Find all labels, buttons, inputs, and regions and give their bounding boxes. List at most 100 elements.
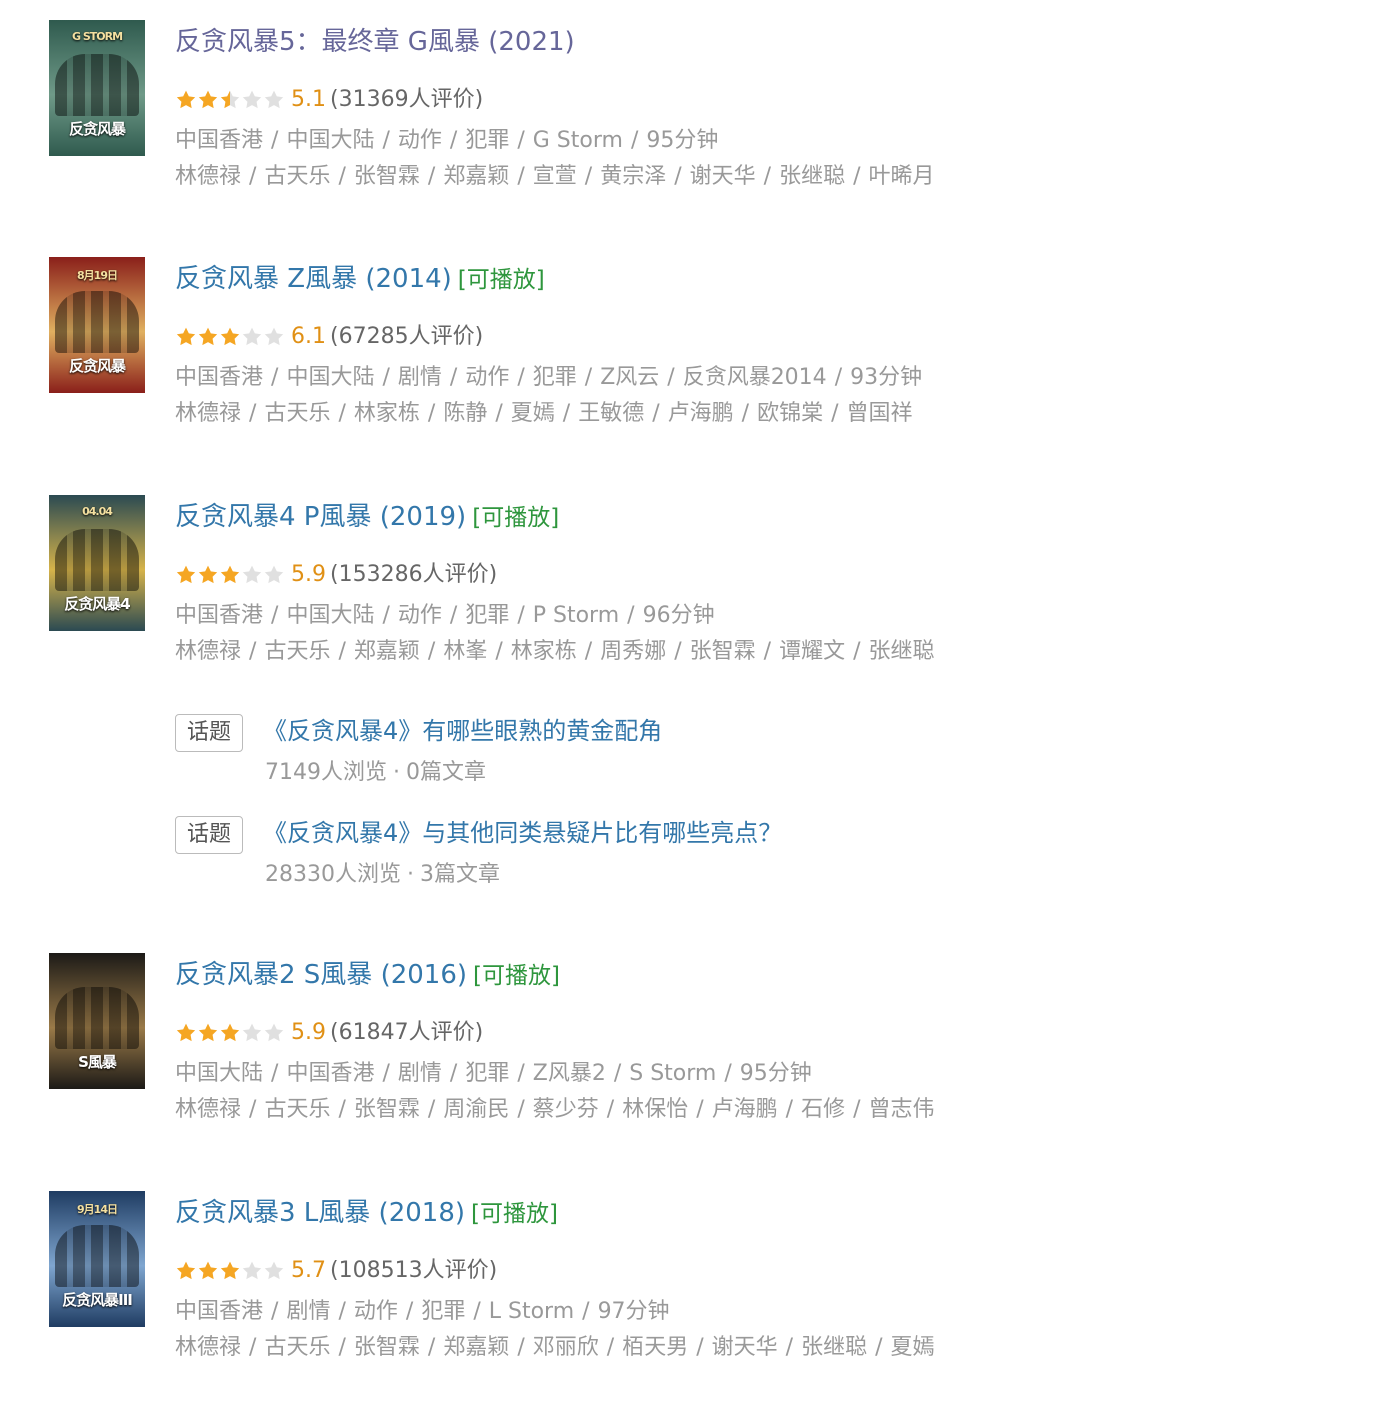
meta-item: 动作: [353, 1299, 398, 1324]
movie-poster[interactable]: 反贪风暴 8月19日: [49, 257, 145, 393]
movie-info: 中国香港 / 中国大陆 / 动作 / 犯罪 / P Storm / 96分钟: [175, 601, 715, 631]
poster-title: 反贪风暴: [68, 120, 126, 138]
topic-title-link[interactable]: 《反贪风暴4》有哪些眼熟的黄金配角: [263, 715, 662, 747]
meta-item: 中国大陆: [286, 603, 375, 628]
star-icon: [264, 1261, 284, 1280]
meta-item: 叶晞月: [868, 164, 935, 189]
movie-rating: 5.9 (61847人评价): [175, 1016, 483, 1050]
meta-item: 林德禄: [175, 1097, 242, 1122]
star-icon: [242, 327, 262, 346]
meta-item: 中国大陆: [175, 1061, 264, 1086]
separator: /: [271, 603, 279, 628]
separator: /: [667, 365, 675, 390]
meta-item: 犯罪: [465, 603, 510, 628]
meta-item: 郑嘉颖: [353, 639, 420, 664]
meta-item: 古天乐: [264, 1097, 331, 1122]
movie-title-link[interactable]: 反贪风暴 Z風暴 (2014) [可播放]: [175, 262, 545, 297]
star-rating-icon: [175, 1022, 285, 1044]
separator: /: [582, 1299, 590, 1324]
movie-title[interactable]: 反贪风暴5：最终章 G風暴 (2021): [175, 27, 575, 57]
movie-title-link[interactable]: 反贪风暴3 L風暴 (2018) [可播放]: [175, 1196, 558, 1231]
separator: /: [834, 365, 843, 390]
separator: /: [785, 1335, 794, 1360]
meta-item: 剧情: [397, 365, 442, 390]
separator: /: [785, 1097, 794, 1122]
playable-link[interactable]: [可播放]: [471, 1201, 558, 1227]
movie-title[interactable]: 反贪风暴 Z風暴 (2014): [175, 264, 452, 294]
movie-poster[interactable]: 反贪风暴III 9月14日: [49, 1191, 145, 1327]
topic-tag[interactable]: 话题: [175, 816, 243, 854]
topic-title-link[interactable]: 《反贪风暴4》与其他同类悬疑片比有哪些亮点？: [263, 817, 782, 849]
movie-info: 中国香港 / 中国大陆 / 剧情 / 动作 / 犯罪 / Z风云 / 反贪风暴2014 / 93分钟: [175, 363, 922, 393]
star-rating-icon: [175, 564, 285, 586]
topic-views: 28330人浏览: [265, 862, 401, 887]
separator: /: [338, 164, 346, 189]
rating-count: (67285人评价): [330, 324, 484, 349]
meta-item: 中国香港: [175, 1299, 264, 1324]
star-icon: [264, 327, 284, 346]
meta-item: 古天乐: [264, 639, 331, 664]
separator: /: [449, 365, 458, 390]
separator: /: [696, 1097, 704, 1122]
star-icon: [220, 1023, 240, 1042]
movie-title[interactable]: 反贪风暴4 P風暴 (2019): [175, 502, 466, 532]
meta-item: 宣萱: [532, 164, 577, 189]
separator: /: [449, 1061, 458, 1086]
separator: /: [249, 1335, 257, 1360]
movie-title-link[interactable]: 反贪风暴5：最终章 G風暴 (2021): [175, 25, 575, 59]
movie-title-link[interactable]: 反贪风暴2 S風暴 (2016) [可播放]: [175, 958, 560, 993]
movie-title[interactable]: 反贪风暴2 S風暴 (2016): [175, 960, 467, 990]
separator: /: [724, 1061, 732, 1086]
topic-stats: 28330人浏览 · 3篇文章: [265, 860, 500, 890]
separator: /: [741, 401, 750, 426]
star-icon: [242, 90, 262, 109]
star-icon: [242, 1023, 262, 1042]
separator: /: [271, 1061, 279, 1086]
star-icon: [176, 327, 196, 346]
separator: /: [473, 1299, 481, 1324]
rating-count: (153286人评价): [330, 562, 498, 587]
poster-subtitle: 8月19日: [77, 269, 118, 282]
separator: /: [449, 128, 458, 153]
playable-link[interactable]: [可播放]: [472, 505, 559, 531]
topic-tag[interactable]: 话题: [175, 714, 243, 752]
meta-item: 林家栋: [510, 639, 577, 664]
separator: /: [249, 164, 257, 189]
meta-item: 96分钟: [642, 603, 715, 628]
playable-link[interactable]: [可播放]: [458, 267, 545, 293]
separator: /: [338, 401, 346, 426]
separator: /: [382, 128, 390, 153]
star-icon: [220, 327, 240, 346]
separator: /: [517, 164, 525, 189]
meta-item: 动作: [397, 128, 442, 153]
separator: /: [338, 1299, 346, 1324]
star-icon: [242, 565, 262, 584]
separator: /: [652, 401, 660, 426]
movie-rating: 5.1 (31369人评价): [175, 83, 483, 117]
separator: /: [517, 1061, 525, 1086]
movie-poster[interactable]: 反贪风暴4 04.04: [49, 495, 145, 631]
separator: /: [517, 603, 525, 628]
movie-title[interactable]: 反贪风暴3 L風暴 (2018): [175, 1198, 465, 1228]
meta-item: 张智霖: [353, 164, 420, 189]
poster-title: 反贪风暴III: [62, 1291, 133, 1309]
meta-item: 周渝民: [443, 1097, 510, 1122]
meta-item: 95分钟: [739, 1061, 812, 1086]
rating-score: 6.1: [291, 324, 326, 349]
poster-figures: [55, 1225, 139, 1287]
meta-item: 张智霖: [353, 1335, 420, 1360]
poster-subtitle: G STORM: [71, 30, 123, 43]
meta-item: 林德禄: [175, 401, 242, 426]
separator: /: [338, 1097, 346, 1122]
meta-item: 郑嘉颖: [443, 164, 510, 189]
movie-poster[interactable]: 反贪风暴 G STORM: [49, 20, 145, 156]
separator: /: [831, 401, 839, 426]
movie-rating: 6.1 (67285人评价): [175, 320, 483, 354]
meta-item: 林保怡: [622, 1097, 689, 1122]
movie-title-link[interactable]: 反贪风暴4 P風暴 (2019) [可播放]: [175, 500, 559, 535]
separator: /: [517, 128, 525, 153]
movie-poster[interactable]: S風暴: [49, 953, 145, 1089]
playable-link[interactable]: [可播放]: [473, 963, 560, 989]
meta-item: 古天乐: [264, 401, 331, 426]
meta-item: L Storm: [488, 1299, 575, 1324]
